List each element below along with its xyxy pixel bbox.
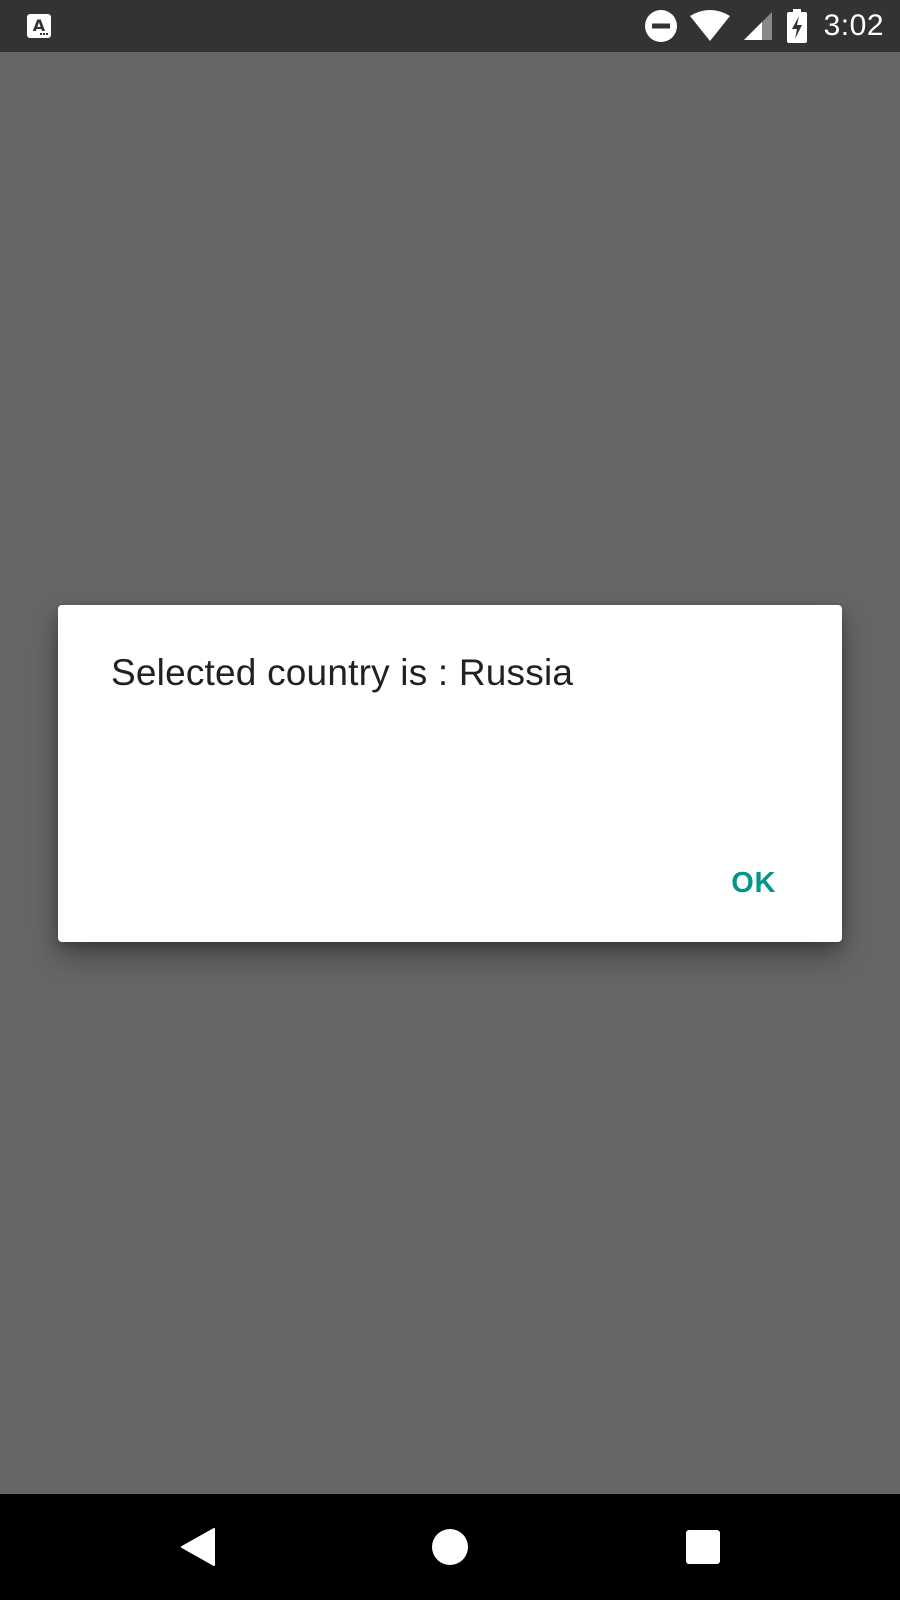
status-clock: 3:02 xyxy=(823,9,884,42)
svg-text:A: A xyxy=(33,16,46,35)
status-right: 3:02 xyxy=(644,0,884,52)
status-bar: A 3:02 xyxy=(0,0,900,52)
back-button[interactable] xyxy=(138,1494,258,1600)
dialog-message: Selected country is : Russia xyxy=(111,652,574,693)
status-left: A xyxy=(26,13,52,39)
recents-button[interactable] xyxy=(643,1494,763,1600)
app-notification-icon: A xyxy=(27,14,51,38)
wifi-icon xyxy=(689,10,730,41)
back-icon xyxy=(181,1528,215,1566)
battery-charging-icon xyxy=(786,9,807,43)
cell-signal-icon xyxy=(743,12,772,40)
navigation-bar xyxy=(0,1494,900,1600)
home-button[interactable] xyxy=(390,1494,510,1600)
ok-button[interactable]: OK xyxy=(723,863,784,904)
do-not-disturb-icon xyxy=(644,10,677,42)
home-icon xyxy=(432,1529,468,1565)
recents-icon xyxy=(686,1530,720,1564)
alert-dialog: Selected country is : Russia OK xyxy=(58,605,842,942)
